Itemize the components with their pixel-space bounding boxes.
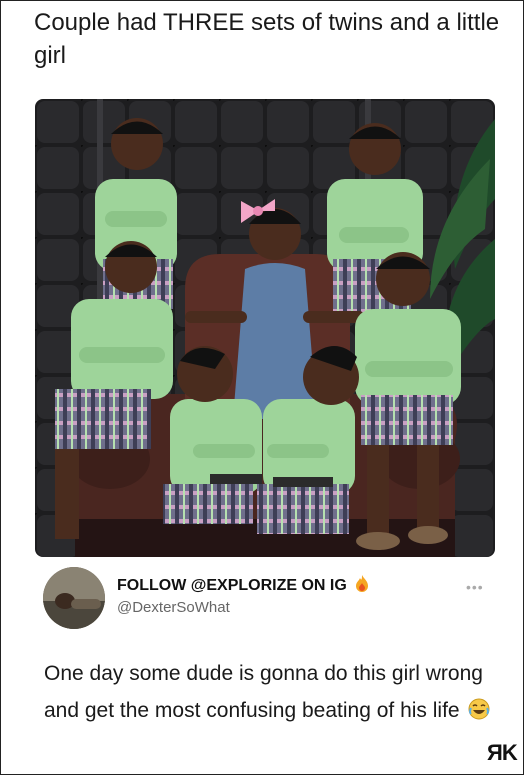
user-handle[interactable]: @DexterSoWhat (117, 599, 230, 616)
display-name-text: FOLLOW @EXPLORIZE ON IG (117, 577, 347, 594)
display-name[interactable]: FOLLOW @EXPLORIZE ON IG (117, 575, 369, 597)
tweet-header: FOLLOW @EXPLORIZE ON IG @DexterSoWhat ••… (40, 565, 490, 629)
family-photo[interactable] (35, 99, 495, 557)
laughing-face-icon (468, 695, 490, 732)
post-caption: Couple had THREE sets of twins and a lit… (34, 9, 500, 69)
fire-icon (355, 575, 369, 597)
watermark-logo: ЯK (487, 740, 518, 765)
avatar[interactable] (43, 567, 105, 629)
family-photo-illustration (35, 99, 495, 557)
more-options-icon[interactable]: ••• (466, 579, 484, 595)
tweet-text: One day some dude is gonna do this girl … (44, 655, 494, 732)
tweet-body: One day some dude is gonna do this girl … (44, 662, 483, 722)
avatar-image (43, 567, 105, 629)
